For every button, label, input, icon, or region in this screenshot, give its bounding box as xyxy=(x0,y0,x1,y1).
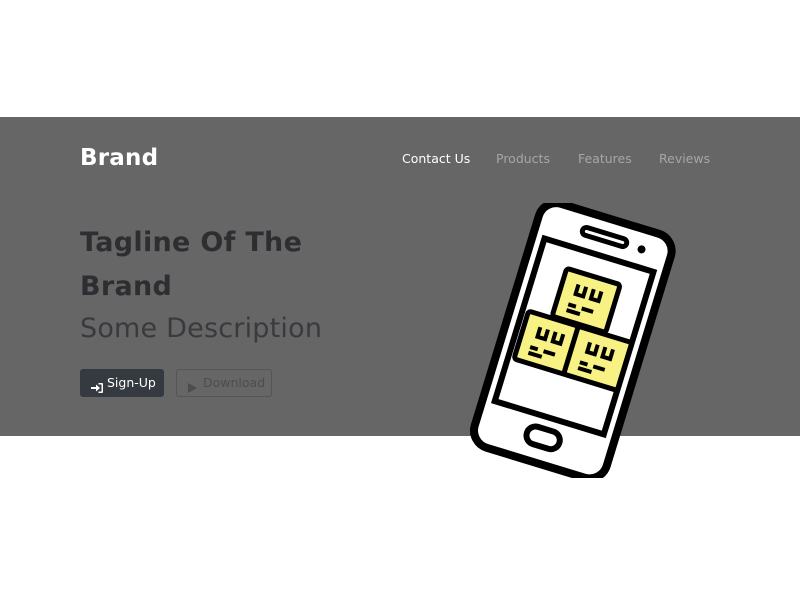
play-icon xyxy=(186,377,200,393)
hero-tagline: Tagline Of The Brand xyxy=(80,227,303,302)
phone-with-packages-icon xyxy=(470,203,676,478)
sign-up-label: Sign-Up xyxy=(107,375,156,390)
hero-description: Some Description xyxy=(80,313,323,344)
nav-item-features[interactable]: Features xyxy=(578,150,632,168)
download-label: Download xyxy=(203,375,266,390)
nav-item-products[interactable]: Products xyxy=(496,150,550,168)
landing-page: Brand Contact Us Products Features Revie… xyxy=(0,0,800,600)
main-nav: Contact Us Products Features Reviews xyxy=(0,150,800,168)
nav-item-reviews[interactable]: Reviews xyxy=(659,150,710,168)
nav-item-contact-us[interactable]: Contact Us xyxy=(402,150,470,168)
download-button[interactable]: Download xyxy=(176,369,272,397)
sign-in-icon xyxy=(90,377,104,393)
sign-up-button[interactable]: Sign-Up xyxy=(80,369,164,397)
